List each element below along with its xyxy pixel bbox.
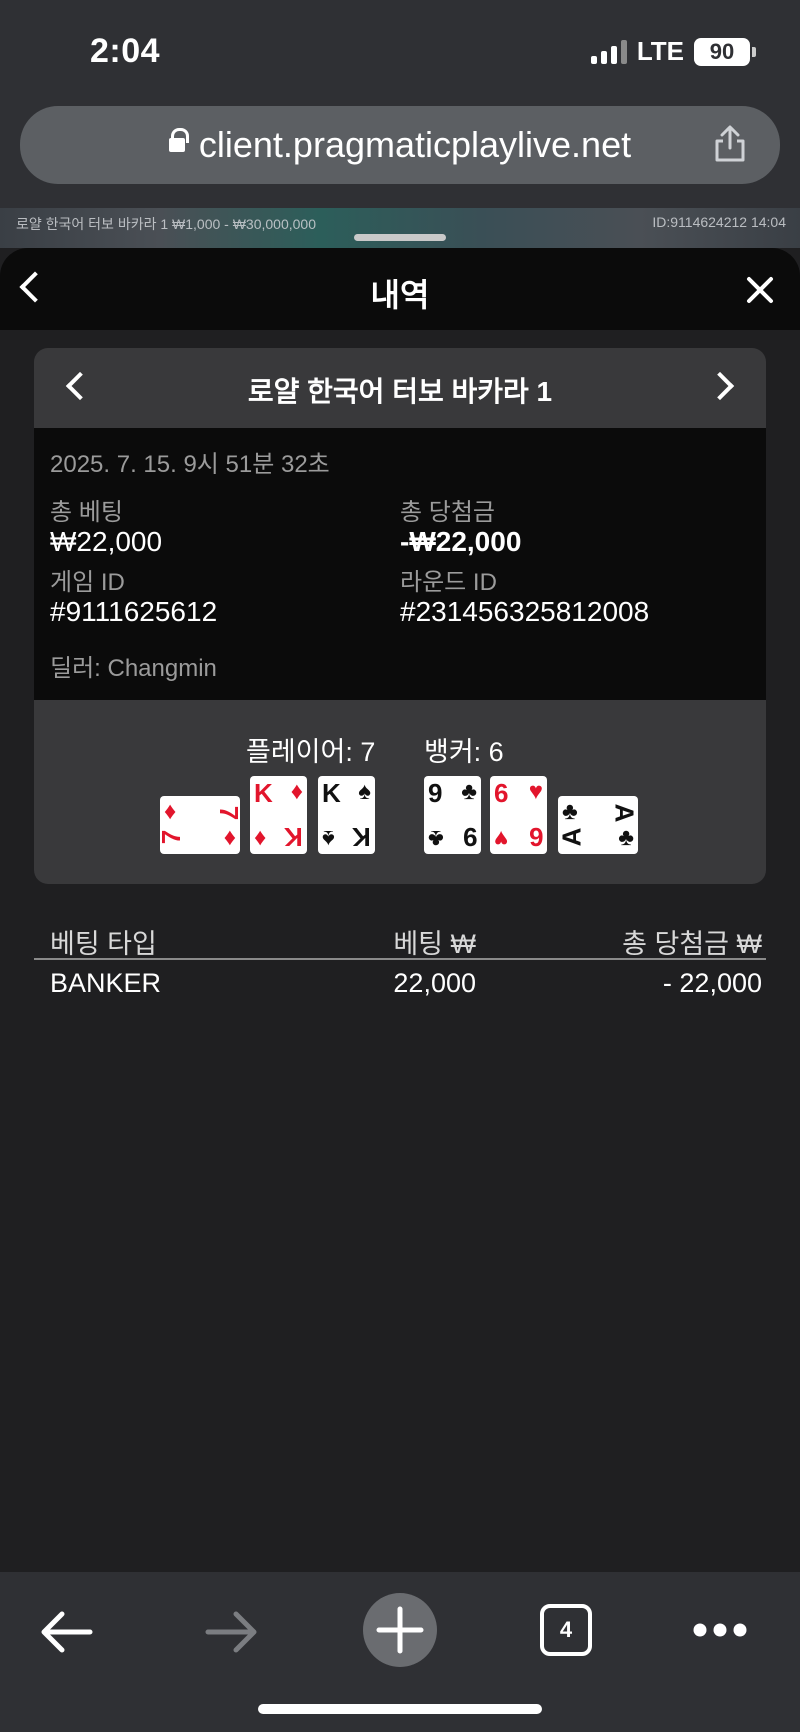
hands-area: 플레이어: 7 뱅커: 6 ♦77♦K♦♦KK♠♠K9♣♣96♥♥6♣AA♣ — [34, 700, 766, 884]
round-datetime: 2025. 7. 15. 9시 51분 32초 — [50, 451, 330, 478]
game-id-value: #9111625612 — [50, 596, 218, 627]
card-suit: ♠ — [322, 825, 335, 852]
more-options-icon[interactable] — [690, 1620, 750, 1640]
card-rank: K — [322, 778, 341, 808]
card-suit: ♥ — [528, 778, 543, 805]
sheet-drag-handle[interactable] — [354, 234, 446, 241]
round-info: 2025. 7. 15. 9시 51분 32초 총 베팅 ₩22,000 총 당… — [34, 428, 766, 700]
column-header-win: 총 당첨금 ₩ — [622, 929, 762, 959]
card-suit: ♣ — [618, 824, 634, 851]
banker-card-3: ♣ A A ♣ — [558, 796, 638, 854]
banker-score: 뱅커: 6 — [424, 737, 504, 767]
sheet-header: 내역 — [0, 248, 800, 330]
card-suit: ♣ — [461, 778, 477, 805]
address-bar[interactable]: client.pragmaticplaylive.net — [20, 106, 780, 184]
forward-arrow-icon[interactable] — [204, 1610, 260, 1654]
page: 2:04 LTE 90 client.pragmaticplaylive.net… — [0, 0, 800, 1732]
round-detail-panel: 로얄 한국어 터보 바카라 1 2025. 7. 15. 9시 51분 32초 … — [34, 348, 766, 884]
player-card-1: ♦ 7 7 ♦ — [160, 796, 240, 854]
round-id-value: #231456325812008 — [400, 596, 650, 627]
back-arrow-icon[interactable] — [38, 1610, 94, 1654]
banker-card-2: 6 ♥ ♥ 6 — [490, 776, 547, 854]
bet-type-cell: BANKER — [50, 968, 162, 998]
tabs-count-icon[interactable]: 4 — [540, 1604, 592, 1656]
card-suit: ♦ — [254, 825, 267, 852]
bet-amount-cell: 22,000 — [393, 968, 476, 998]
close-icon[interactable] — [746, 276, 774, 304]
card-suit: ♠ — [358, 778, 371, 805]
battery-icon: 90 — [694, 37, 756, 66]
total-win-label: 총 당첨금 — [400, 499, 495, 526]
total-win-value: -₩22,000 — [400, 526, 522, 557]
table-limits-text: 로얄 한국어 터보 바카라 1 ₩1,000 - ₩30,000,000 — [16, 216, 317, 232]
card-rank: A — [558, 827, 587, 847]
round-id-label: 라운드 ID — [400, 569, 497, 596]
tab-count: 4 — [559, 1617, 573, 1642]
new-tab-plus-icon[interactable] — [362, 1592, 438, 1668]
status-time: 2:04 — [90, 32, 161, 70]
battery-level: 90 — [709, 38, 735, 64]
table-header: 베팅 타입 베팅 ₩ 총 당첨금 ₩ — [34, 918, 766, 960]
card-suit: ♣ — [562, 798, 578, 825]
url-display[interactable]: client.pragmaticplaylive.net — [168, 124, 632, 166]
game-background-strip: 로얄 한국어 터보 바카라 1 ₩1,000 - ₩30,000,000 ID:… — [0, 208, 800, 248]
game-name: 로얄 한국어 터보 바카라 1 — [247, 376, 553, 407]
game-id-label: 게임 ID — [50, 569, 125, 596]
dealer-name: 딜러: Changmin — [50, 655, 217, 682]
column-header-bet-type: 베팅 타입 — [50, 929, 157, 959]
card-rank: 7 — [214, 806, 240, 820]
network-label: LTE — [636, 36, 684, 66]
sheet-title: 내역 — [370, 277, 430, 313]
card-rank: 7 — [160, 830, 186, 844]
signal-icon — [590, 39, 627, 64]
browser-address-area: client.pragmaticplaylive.net — [0, 100, 800, 208]
card-suit: ♦ — [223, 824, 236, 851]
table-row: BANKER 22,000 - 22,000 — [34, 960, 766, 1004]
share-icon[interactable] — [710, 124, 750, 164]
game-id-time-text: ID:9114624212 14:04 — [652, 214, 786, 230]
status-bar: 2:04 LTE 90 — [0, 0, 800, 100]
column-header-bet: 베팅 ₩ — [393, 929, 476, 959]
player-card-2: K ♦ ♦ K — [250, 776, 307, 854]
status-indicators: LTE 90 — [590, 36, 756, 67]
home-indicator — [258, 1704, 542, 1714]
card-rank: 9 — [428, 778, 443, 808]
card-rank: K — [254, 778, 273, 808]
total-bet-label: 총 베팅 — [50, 499, 123, 526]
url-text: client.pragmaticplaylive.net — [198, 124, 632, 165]
card-suit: ♦ — [164, 798, 177, 825]
card-rank: 9 — [462, 822, 477, 852]
bets-table: 베팅 타입 베팅 ₩ 총 당첨금 ₩ BANKER 22,000 - 22,00… — [34, 918, 766, 1004]
card-rank: K — [284, 822, 303, 852]
lock-icon — [168, 128, 189, 154]
round-navigation: 로얄 한국어 터보 바카라 1 — [34, 348, 766, 428]
card-suit: ♥ — [494, 825, 509, 852]
card-rank: K — [352, 822, 371, 852]
card-suit: ♣ — [428, 825, 444, 852]
total-bet-value: ₩22,000 — [50, 526, 163, 557]
player-card-3: K ♠ ♠ K — [318, 776, 375, 854]
card-rank: A — [609, 803, 638, 823]
win-amount-cell: - 22,000 — [662, 968, 762, 998]
card-suit: ♦ — [290, 778, 303, 805]
banker-card-1: 9 ♣ ♣ 9 — [424, 776, 481, 854]
card-rank: 6 — [528, 822, 543, 852]
card-rank: 6 — [494, 778, 509, 808]
player-score: 플레이어: 7 — [246, 737, 376, 767]
